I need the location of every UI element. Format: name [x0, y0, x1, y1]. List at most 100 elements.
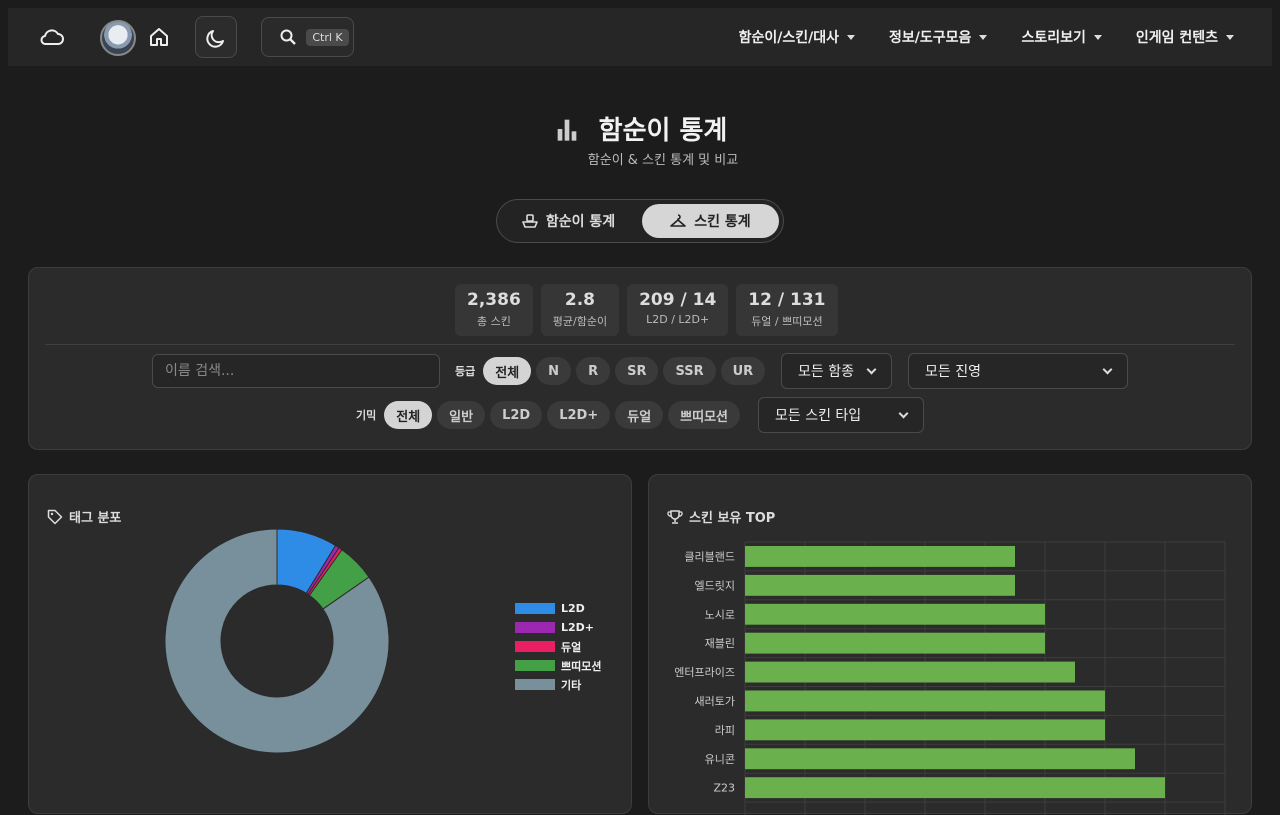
stat-label: 듀얼 / 쁘띠모션 [751, 315, 823, 328]
bar-category-label: 엔터프라이즈 [674, 666, 735, 679]
feature-label: 기믹 [356, 409, 377, 422]
bar-3[interactable] [745, 632, 1045, 654]
chart-legend: L2D L2D+ 듀얼쁘띠모션기타 [515, 599, 601, 694]
divider [45, 344, 1235, 345]
stat-label: L2D / L2D+ [646, 313, 710, 326]
legend-label: 기타 [561, 678, 582, 692]
top-skin-owners-card: 스킨 보유 TOP 클리블랜드 엘드릿지 노시로 재블린 엔터프라이즈 새러토가 라피 유니콘… [648, 474, 1252, 815]
bar-2[interactable] [745, 603, 1045, 625]
legend-swatch [515, 660, 555, 671]
legend-item[interactable]: 쁘띠모션 [515, 656, 601, 675]
grade-chip-all[interactable]: 전체 [483, 357, 532, 385]
feature-chip-l2dplus[interactable]: L2D+ [547, 401, 611, 429]
select-value: 모든 스킨 타입 [775, 408, 862, 424]
legend-swatch [515, 622, 555, 633]
ship-icon [522, 214, 538, 228]
legend-item[interactable]: 듀얼 [515, 637, 601, 656]
caret-down-icon [1093, 34, 1102, 40]
tab-ship-stats[interactable]: 함순이 통계 [501, 204, 636, 238]
bar-0[interactable] [745, 546, 1015, 567]
main-menu: 함순이/스킨/대사 정보/도구모음 스토리보기 인게임 컨텐츠 [739, 8, 1234, 66]
grade-chip-sr[interactable]: SR [615, 357, 659, 385]
cloud-icon[interactable] [38, 24, 66, 50]
bar-8[interactable] [745, 777, 1165, 799]
legend-item[interactable]: L2D [515, 599, 601, 618]
page-header: 함순이 통계 함순이 & 스킨 통계 및 비교 [0, 110, 1280, 168]
grade-chip-r[interactable]: R [576, 357, 611, 385]
feature-chip-petit[interactable]: 쁘띠모션 [668, 401, 740, 429]
bar-category-label: 유니콘 [705, 753, 735, 766]
bar-category-label: 노시로 [705, 608, 735, 621]
legend-label: 듀얼 [561, 640, 582, 654]
legend-label: 쁘띠모션 [561, 659, 602, 673]
bar-category-label: 엘드릿지 [695, 579, 735, 592]
grade-filter: 등급 전체 N R SR SSR UR [455, 357, 766, 385]
moon-icon [206, 30, 224, 48]
name-search-input[interactable] [152, 354, 440, 388]
hanger-icon [670, 214, 687, 227]
filter-panel: 2,386 총 스킨 2.8 평균/함순이 209 / 14 L2D / L2D+ 1… [28, 267, 1252, 450]
chevron-down-icon [898, 408, 909, 418]
bar-category-label: 재블린 [705, 637, 735, 650]
theme-toggle-button[interactable] [195, 16, 237, 58]
menu-ship-skin-lines[interactable]: 함순이/스킨/대사 [738, 27, 856, 47]
caret-down-icon [1226, 34, 1234, 40]
feature-chip-l2d[interactable]: L2D [490, 401, 543, 429]
search-shortcut-badge: Ctrl K [306, 28, 349, 46]
grade-label: 등급 [455, 365, 476, 378]
feature-chip-normal[interactable]: 일반 [437, 401, 486, 429]
search-button[interactable]: Ctrl K [261, 17, 354, 57]
tab-label: 함순이 통계 [545, 214, 616, 230]
stat-value: 2,386 [467, 290, 521, 310]
menu-label: 인게임 컨텐츠 [1135, 30, 1218, 46]
bar-4[interactable] [745, 661, 1075, 683]
tab-skin-stats[interactable]: 스킨 통계 [642, 204, 779, 238]
search-icon [280, 29, 297, 45]
select-value: 모든 진영 [925, 364, 981, 380]
grade-chip-ssr[interactable]: SSR [663, 357, 716, 385]
stat-value: 12 / 131 [748, 290, 826, 310]
bar-category-label: Z23 [713, 782, 735, 795]
bar-1[interactable] [745, 574, 1015, 596]
legend-item[interactable]: 기타 [515, 675, 601, 694]
caret-down-icon [979, 34, 988, 40]
menu-story[interactable]: 스토리보기 [1021, 27, 1102, 47]
menu-ingame-content[interactable]: 인게임 컨텐츠 [1136, 27, 1234, 47]
stat-value: 2.8 [564, 290, 595, 310]
ship-type-select[interactable]: 모든 함종 [781, 353, 892, 389]
bar-6[interactable] [745, 719, 1105, 741]
top-navbar: Ctrl K 함순이/스킨/대사 정보/도구모음 스토리보기 인게임 컨텐츠 [8, 8, 1272, 66]
menu-info-tools[interactable]: 정보/도구모음 [889, 27, 988, 47]
faction-select[interactable]: 모든 진영 [908, 353, 1128, 389]
bar-category-label: 라피 [715, 724, 735, 737]
stat-dual-petit: 12 / 131 듀얼 / 쁘띠모션 [736, 284, 838, 336]
stat-avg-per-ship: 2.8 평균/함순이 [540, 284, 620, 336]
legend-swatch [515, 641, 555, 652]
bar-5[interactable] [745, 690, 1105, 712]
menu-label: 함순이/스킨/대사 [738, 30, 840, 46]
feature-chip-all[interactable]: 전체 [384, 401, 433, 429]
chevron-down-icon [1102, 364, 1113, 374]
select-value: 모든 함종 [798, 364, 854, 380]
grade-chip-ur[interactable]: UR [720, 357, 766, 385]
caret-down-icon [847, 34, 856, 40]
bar-category-label: 클리블랜드 [684, 550, 735, 563]
menu-label: 정보/도구모음 [889, 30, 972, 46]
tag-donut-chart [164, 528, 390, 754]
avatar[interactable] [100, 20, 136, 56]
legend-item[interactable]: L2D+ [515, 618, 601, 637]
grade-chip-n[interactable]: N [536, 357, 572, 385]
feature-filter: 기믹 전체 일반 L2D L2D+ 듀얼 쁘띠모션 [356, 401, 740, 429]
skin-type-select[interactable]: 모든 스킨 타입 [758, 397, 924, 433]
home-icon[interactable] [146, 24, 172, 50]
stat-label: 총 스킨 [476, 315, 511, 328]
bar-7[interactable] [745, 748, 1135, 770]
stat-total-skins: 2,386 총 스킨 [455, 284, 533, 336]
legend-label: L2D+ [561, 621, 595, 634]
bar-category-label: 새러토가 [695, 695, 735, 708]
summary-stats: 2,386 총 스킨 2.8 평균/함순이 209 / 14 L2D / L2D+ 1… [455, 284, 838, 336]
page-subtitle: 함순이 & 스킨 통계 및 비교 [587, 153, 739, 168]
feature-chip-dual[interactable]: 듀얼 [615, 401, 664, 429]
legend-swatch [515, 603, 555, 614]
chevron-down-icon [866, 364, 877, 374]
